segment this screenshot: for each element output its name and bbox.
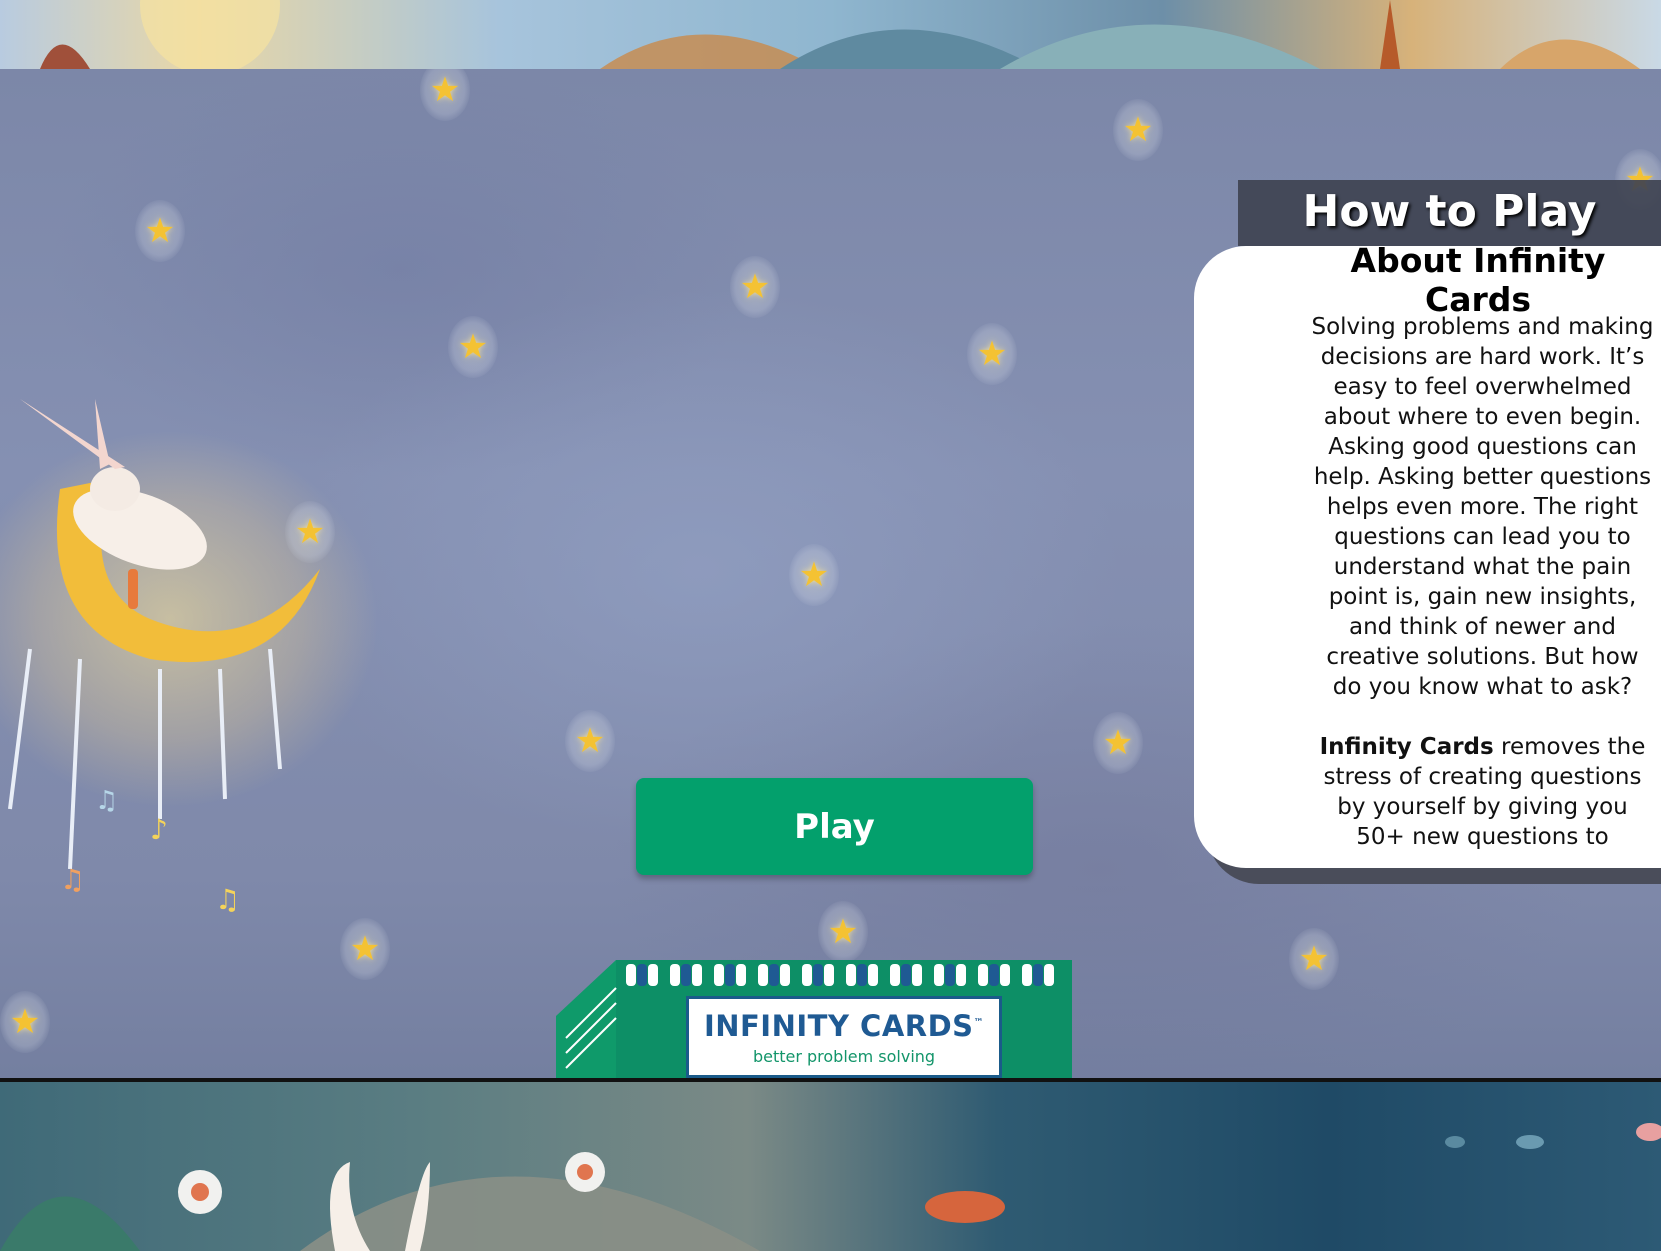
- about-text-scroll-area[interactable]: Solving problems and making decisions ar…: [1310, 312, 1655, 867]
- star-icon: ★: [818, 901, 868, 963]
- card-deck-illustration: INFINITY CARDS™ better problem solving: [556, 958, 1072, 1078]
- star-icon: ★: [967, 323, 1017, 385]
- card-deck-label: INFINITY CARDS™ better problem solving: [686, 996, 1002, 1078]
- star-icon: ★: [340, 918, 390, 980]
- top-scenery-art: [40, 0, 1640, 69]
- star-icon: ★: [1113, 99, 1163, 161]
- star-icon: ★: [448, 316, 498, 378]
- star-icon: ★: [1093, 712, 1143, 774]
- deck-subtitle: better problem solving: [752, 1047, 936, 1066]
- deck-trademark: ™: [973, 1017, 985, 1029]
- bunny-on-moon-illustration: ♫ ♪ ♫ ♫: [8, 399, 321, 916]
- star-icon: ★: [565, 710, 615, 772]
- about-paragraph-1: Solving problems and making decisions ar…: [1311, 314, 1654, 700]
- about-paragraph-2: Infinity Cards removes the stress of cre…: [1310, 732, 1655, 852]
- svg-text:♫: ♫: [60, 863, 85, 896]
- svg-text:♪: ♪: [150, 813, 168, 846]
- about-title: About Infinity Cards: [1350, 241, 1606, 319]
- star-icon: ★: [0, 991, 50, 1053]
- star-icon: ★: [420, 69, 470, 121]
- svg-text:♫: ♫: [95, 786, 118, 816]
- deck-title: INFINITY CARDS: [703, 1009, 974, 1043]
- star-icon: ★: [730, 256, 780, 318]
- bottom-scenery-banner: [0, 1078, 1661, 1251]
- play-button[interactable]: Play: [636, 778, 1033, 875]
- top-scenery-banner: [0, 0, 1661, 69]
- star-icon: ★: [285, 501, 335, 563]
- star-icon: ★: [1289, 928, 1339, 990]
- how-to-play-heading: How to Play: [1302, 186, 1597, 237]
- brand-name: Infinity Cards: [1319, 734, 1494, 760]
- svg-text:♫: ♫: [215, 883, 240, 916]
- bottom-scenery-art: [0, 1123, 1661, 1251]
- star-icon: ★: [135, 200, 185, 262]
- star-icon: ★: [789, 544, 839, 606]
